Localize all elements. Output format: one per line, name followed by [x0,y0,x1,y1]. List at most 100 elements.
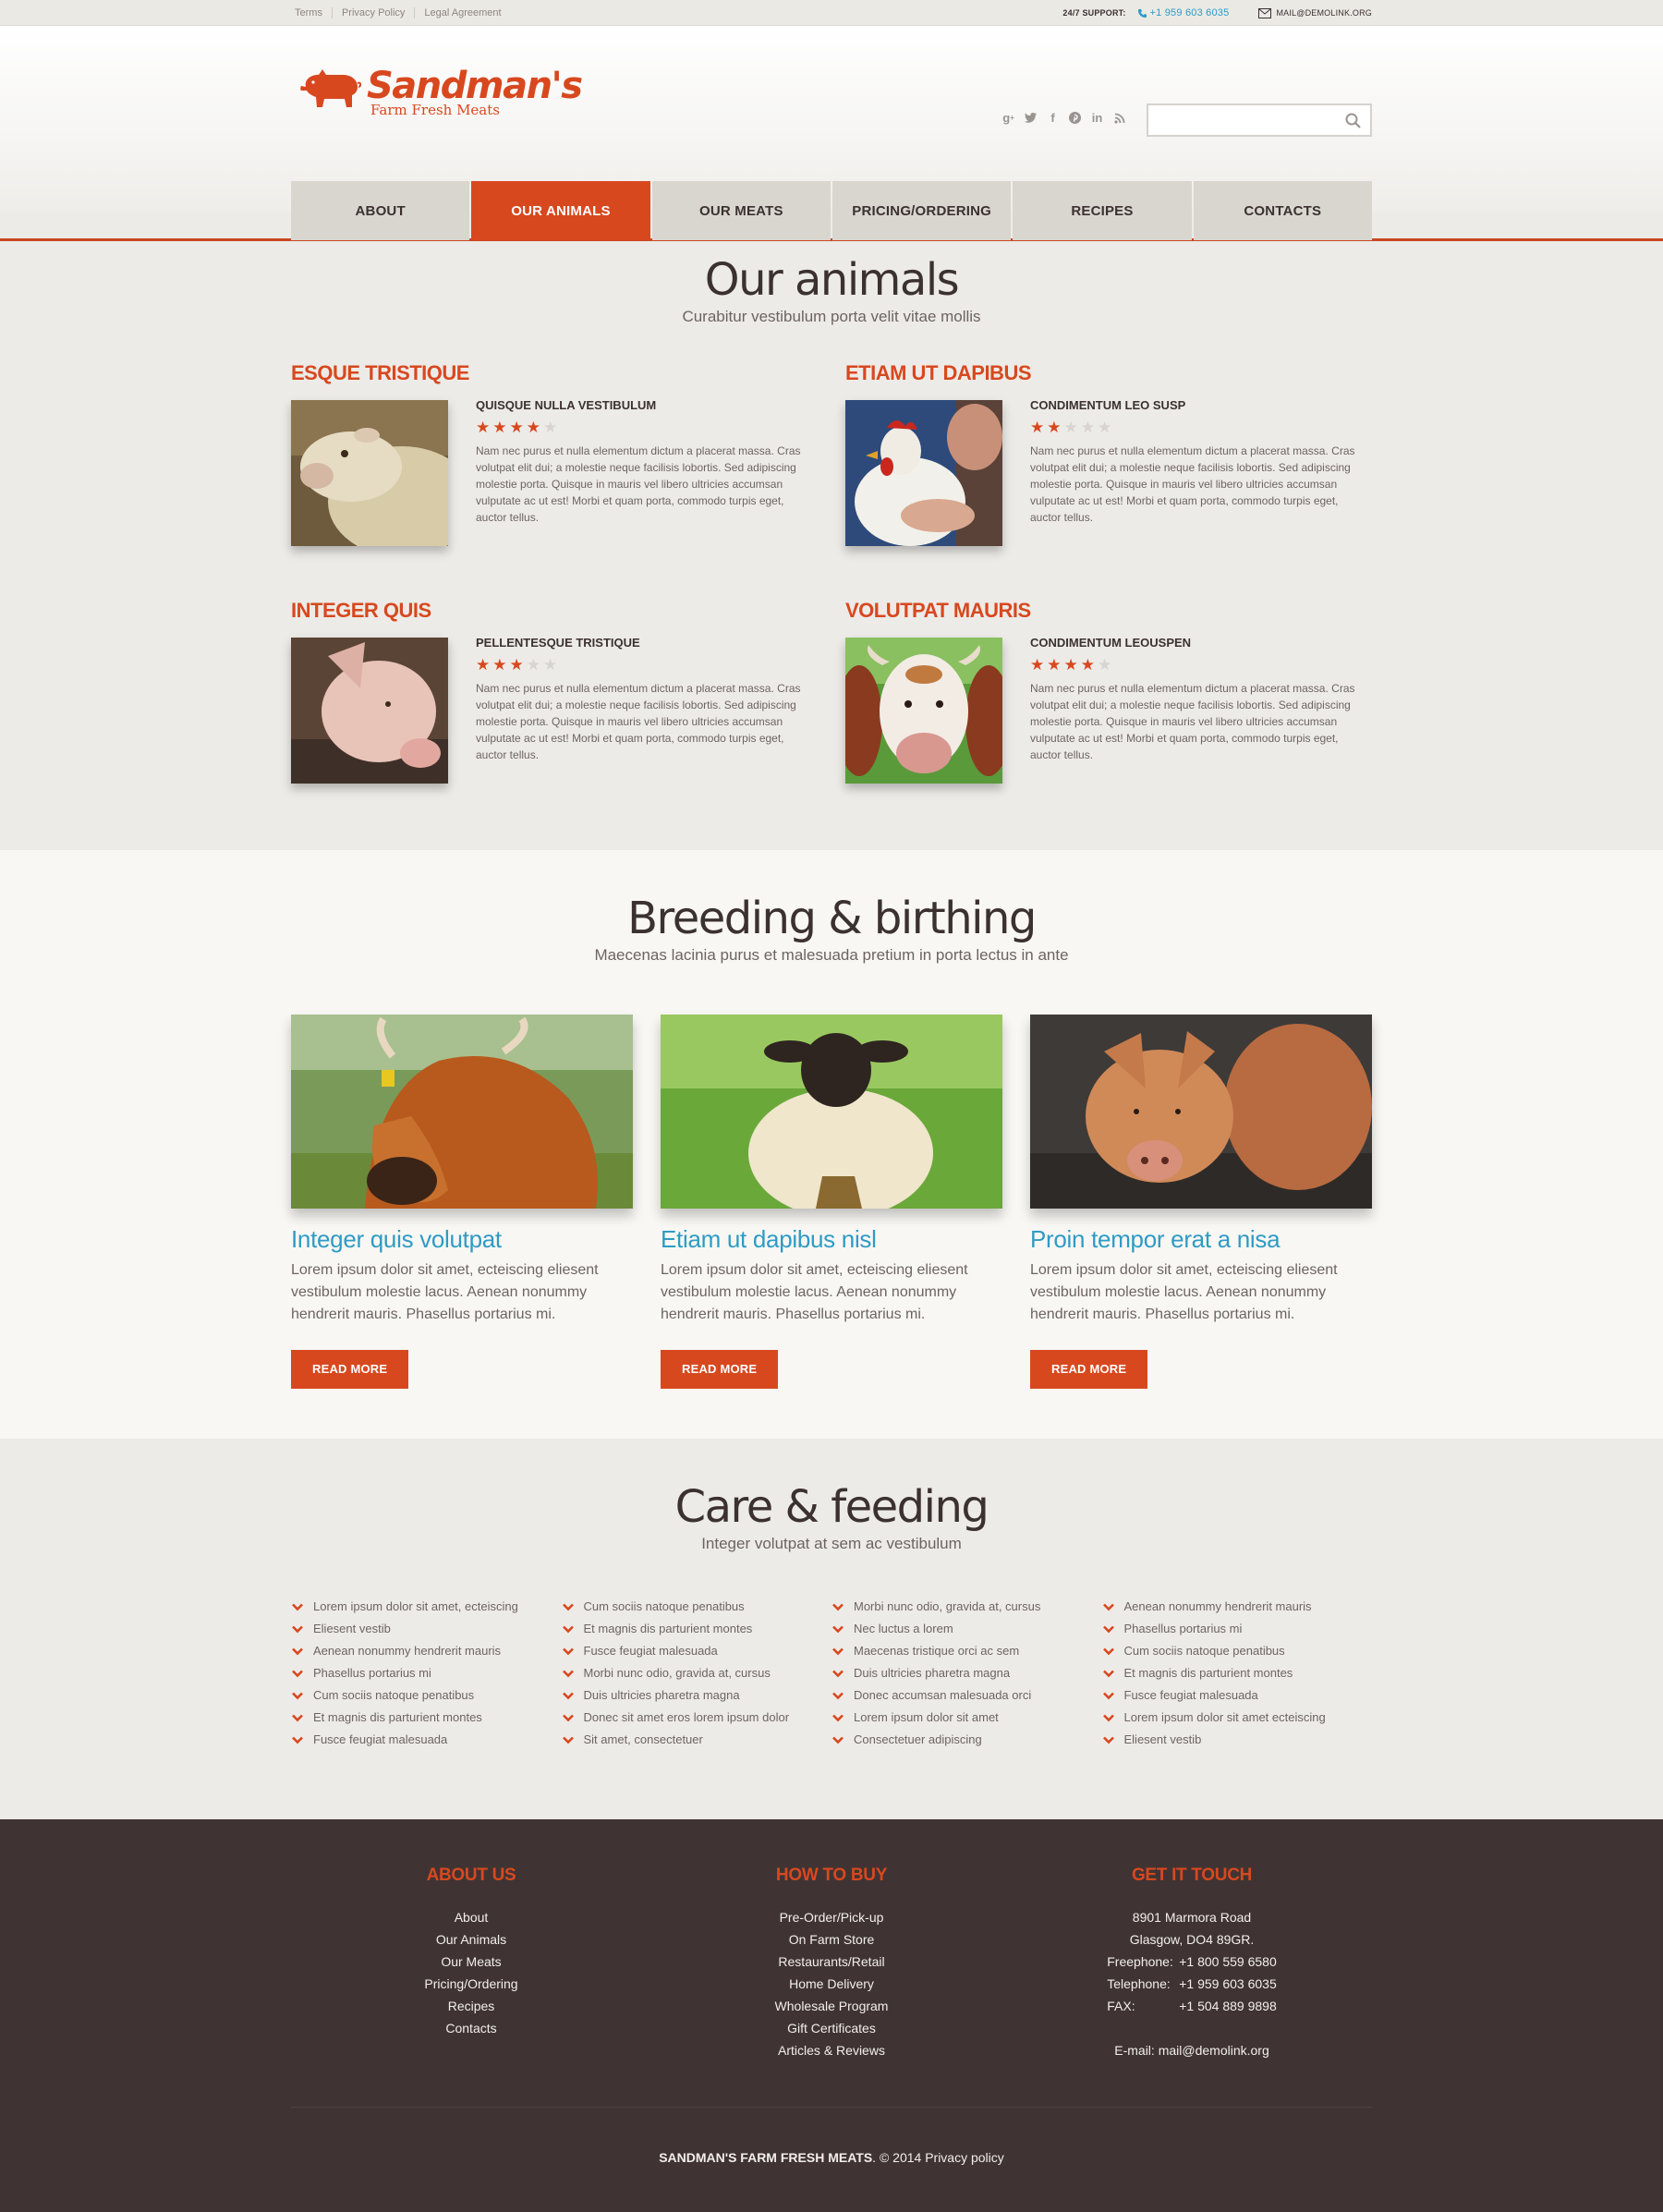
care-list-item: Fusce feugiat malesuada [1102,1684,1373,1707]
chevron-down-icon [291,1600,304,1613]
nav-item-about[interactable]: ABOUT [291,181,470,240]
star-filled-icon: ★ [476,419,491,436]
care-list-text: Maecenas tristique orci ac sem [854,1644,1020,1658]
star-filled-icon: ★ [1030,656,1045,674]
footer-link[interactable]: Home Delivery [651,1973,1012,1995]
rss-icon[interactable] [1112,111,1126,125]
rooster-photo [845,400,1002,546]
care-list-text: Eliesent vestib [1123,1732,1202,1746]
nav-item-contacts[interactable]: CONTACTS [1193,181,1372,240]
chevron-down-icon [562,1645,575,1658]
chevron-down-icon [832,1733,844,1746]
animal-heading: VOLUTPAT MAURIS [845,599,1031,622]
care-list-item: Nec luctus a lorem [832,1618,1102,1640]
footer-heading: GET IT TOUCH [1131,1866,1253,1885]
breeding-card-title[interactable]: Proin tempor erat a nisa [1030,1225,1372,1254]
chevron-down-icon [291,1689,304,1702]
search-input[interactable] [1148,106,1345,134]
care-list-item: Donec accumsan malesuada orci [832,1684,1102,1707]
footer-link[interactable]: Wholesale Program [651,1995,1012,2017]
read-more-button[interactable]: READ MORE [661,1350,779,1389]
footer-link[interactable]: About [291,1906,651,1928]
rating-stars: ★ ★ ★ ★ ★ [476,657,808,673]
freephone-label: Freephone: [1107,1954,1173,1969]
care-list-text: Eliesent vestib [313,1622,391,1635]
sheep-photo [661,1015,1002,1209]
read-more-button[interactable]: READ MORE [291,1350,409,1389]
breeding-card-title[interactable]: Etiam ut dapibus nisl [661,1225,1002,1254]
nav-item-our-meats[interactable]: OUR MEATS [651,181,831,240]
mail-icon [1258,7,1272,18]
support-label: 24/7 SUPPORT: [1062,8,1126,18]
section-title: Breeding & birthing [627,893,1037,944]
pinterest-icon[interactable] [1068,111,1082,125]
footer-address-line: Glasgow, DO4 89GR. [1129,1932,1255,1947]
care-list: Morbi nunc odio, gravida at, cursus Nec l… [832,1596,1102,1751]
cow-photo [845,638,1002,784]
care-list-item: Et magnis dis parturient montes [1102,1662,1373,1684]
terms-link[interactable]: Terms [291,7,332,18]
chevron-down-icon [832,1667,844,1680]
chevron-down-icon [291,1733,304,1746]
legal-agreement-link[interactable]: Legal Agreement [414,7,510,18]
chevron-down-icon [562,1623,575,1635]
search-icon[interactable] [1345,113,1361,128]
care-list-text: Donec sit amet eros lorem ipsum dolor [583,1710,790,1724]
footer-link[interactable]: Our Animals [291,1928,651,1951]
footer-link[interactable]: Recipes [291,1995,651,2017]
care-list-text: Donec accumsan malesuada orci [854,1688,1032,1702]
footer-link[interactable]: Pre-Order/Pick-up [651,1906,1012,1928]
footer-link[interactable]: Pricing/Ordering [291,1973,651,1995]
read-more-button[interactable]: READ MORE [1030,1350,1148,1389]
linkedin-icon[interactable]: in [1090,111,1104,125]
twitter-icon[interactable] [1024,111,1038,125]
animal-text: Nam nec purus et nulla elementum dictum … [1030,444,1355,524]
care-list-item: Et magnis dis parturient montes [291,1707,562,1729]
care-list-text: Consectetuer adipiscing [854,1732,982,1746]
footer-link[interactable]: Restaurants/Retail [651,1951,1012,1973]
chevron-down-icon [562,1667,575,1680]
nav-item-our-animals[interactable]: OUR ANIMALS [471,181,650,240]
footer-link[interactable]: Gift Certificates [651,2017,1012,2039]
chevron-down-icon [832,1645,844,1658]
nav-item-recipes[interactable]: RECIPES [1013,181,1192,240]
animal-subheading: PELLENTESQUE TRISTIQUE [476,636,640,650]
care-list-text: Aenean nonummy hendrerit mauris [313,1644,502,1658]
footer-about: ABOUT US About Our Animals Our Meats Pri… [291,1866,651,2061]
facebook-icon[interactable]: f [1046,111,1060,125]
star-empty-icon: ★ [526,656,540,674]
footer-link[interactable]: On Farm Store [651,1928,1012,1951]
care-list-item: Morbi nunc odio, gravida at, cursus [562,1662,832,1684]
breeding-card-title[interactable]: Integer quis volutpat [291,1225,633,1254]
footer-contact: GET IT TOUCH 8901 Marmora Road Glasgow, … [1012,1866,1372,2061]
footer-link[interactable]: Contacts [291,2017,651,2039]
star-filled-icon: ★ [492,419,507,436]
google-plus-icon[interactable]: g + [1001,111,1015,125]
care-list-text: Fusce feugiat malesuada [313,1732,448,1746]
animal-subheading: QUISQUE NULLA VESTIBULUM [476,398,657,412]
chevron-down-icon [832,1623,844,1635]
care-list-item: Et magnis dis parturient montes [562,1618,832,1640]
support-phone[interactable]: +1 959 603 6035 [1137,7,1230,18]
chevron-down-icon [1102,1667,1115,1680]
privacy-policy-link[interactable]: Privacy Policy [331,7,414,18]
care-list-item: Sit amet, consectetuer [562,1729,832,1751]
copyright-text[interactable]: . © 2014 Privacy policy [872,2150,1004,2165]
footer-link[interactable]: Our Meats [291,1951,651,1973]
care-list-text: Et magnis dis parturient montes [583,1622,753,1635]
care-list-item: Morbi nunc odio, gravida at, cursus [832,1596,1102,1618]
phone-icon [1137,8,1147,18]
star-empty-icon: ★ [543,656,558,674]
chevron-down-icon [562,1733,575,1746]
logo[interactable]: Sandman's Farm Fresh Meats [298,67,583,118]
support-email[interactable]: MAIL@DEMOLINK.ORG [1258,7,1372,18]
main-nav: ABOUT OUR ANIMALS OUR MEATS PRICING/ORDE… [291,181,1372,240]
social-links: g + f in [1001,111,1126,125]
nav-item-pricing-ordering[interactable]: PRICING/ORDERING [832,181,1012,240]
top-bar: Terms Privacy Policy Legal Agreement 24/… [0,0,1663,26]
footer-link[interactable]: Articles & Reviews [651,2039,1012,2061]
care-list-item: Cum sociis natoque penatibus [562,1596,832,1618]
footer-email[interactable]: E-mail: mail@demolink.org [1012,2039,1372,2061]
care-list-item: Fusce feugiat malesuada [291,1729,562,1751]
chevron-down-icon [291,1667,304,1680]
